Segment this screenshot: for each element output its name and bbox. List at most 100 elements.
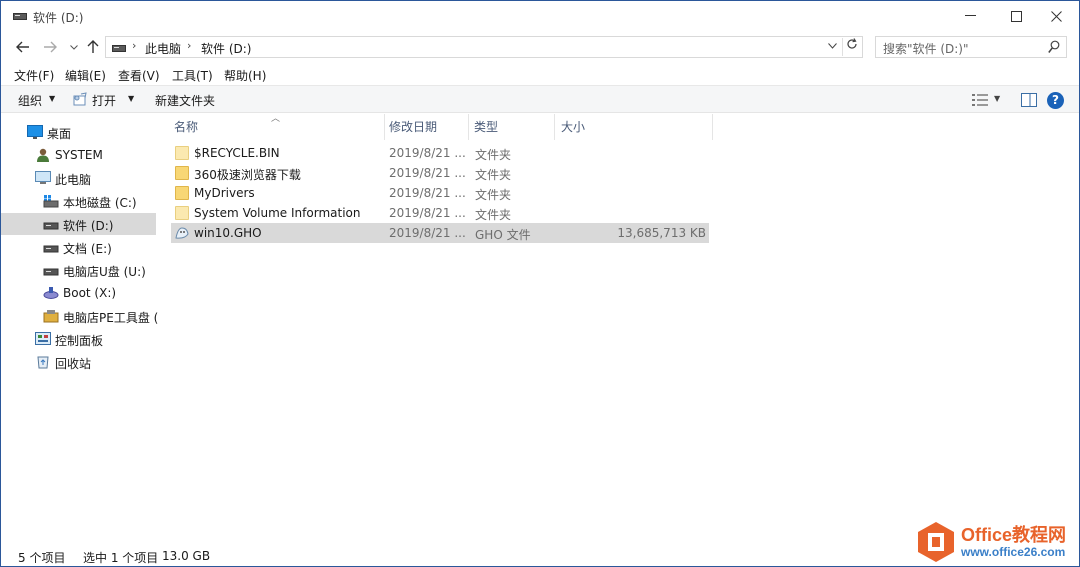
up-button[interactable] (84, 38, 102, 56)
refresh-button[interactable] (842, 38, 860, 56)
preview-pane-icon[interactable] (1021, 93, 1037, 107)
organize-button[interactable]: 组织 (18, 92, 42, 109)
column-header-name[interactable]: 名称 (174, 118, 198, 140)
file-type: 文件夹 (475, 168, 512, 182)
chevron-right-icon[interactable]: › (187, 39, 191, 52)
address-bar[interactable]: › 此电脑 › 软件 (D:) (105, 36, 863, 58)
file-date: 2019/8/21 ... (389, 166, 466, 180)
breadcrumb-drive-d[interactable]: 软件 (D:) (201, 40, 251, 57)
file-type: GHO 文件 (475, 228, 531, 242)
nav-label: Boot (X:) (63, 286, 117, 300)
nav-item-recycle-bin[interactable]: 回收站 (1, 351, 156, 373)
back-button[interactable] (14, 38, 32, 56)
minimize-button[interactable] (947, 1, 993, 31)
menu-bar: 文件(F) 编辑(E) 查看(V) 工具(T) 帮助(H) (1, 64, 1079, 84)
column-header-date[interactable]: 修改日期 (389, 118, 437, 140)
nav-label: 回收站 (55, 357, 92, 371)
view-options-icon[interactable] (972, 93, 988, 107)
search-placeholder: 搜索"软件 (D:)" (883, 42, 969, 56)
menu-help[interactable]: 帮助(H) (224, 67, 266, 84)
close-icon (1050, 10, 1062, 22)
recent-locations-button[interactable] (65, 38, 83, 56)
file-row[interactable]: $RECYCLE.BIN 2019/8/21 ... 文件夹 (171, 143, 709, 163)
open-caret-icon[interactable]: ▼ (128, 94, 134, 103)
nav-item-drive-x[interactable]: Boot (X:) (1, 282, 156, 304)
folder-icon (175, 186, 189, 200)
file-name: $RECYCLE.BIN (194, 146, 280, 160)
nav-item-desktop[interactable]: 桌面 (1, 121, 156, 143)
file-row[interactable]: System Volume Information 2019/8/21 ... … (171, 203, 709, 223)
file-name: win10.GHO (194, 226, 262, 240)
pe-drive-icon (43, 310, 59, 323)
maximize-icon (1010, 10, 1022, 22)
command-toolbar: 组织 ▼ 打开 ▼ 新建文件夹 ▼ ? (1, 85, 1079, 113)
watermark-title: Office教程网 (961, 525, 1067, 545)
nav-item-drive-e[interactable]: 文档 (E:) (1, 236, 156, 258)
folder-icon (175, 206, 189, 220)
column-divider[interactable] (384, 114, 385, 140)
menu-file[interactable]: 文件(F) (14, 67, 54, 84)
sort-ascending-icon: ︿ (271, 114, 281, 124)
help-icon[interactable]: ? (1047, 92, 1064, 109)
view-options-caret-icon[interactable]: ▼ (994, 94, 1000, 103)
navigation-pane: 桌面 SYSTEM 此电脑 本地磁盘 (C:) 软件 (D:) 文档 (E:) … (1, 114, 158, 534)
drive-icon (43, 268, 59, 276)
menu-tools[interactable]: 工具(T) (172, 67, 213, 84)
file-row[interactable]: MyDrivers 2019/8/21 ... 文件夹 (171, 183, 709, 203)
column-header-size[interactable]: 大小 (561, 118, 585, 140)
file-list: ︿ 名称 修改日期 类型 大小 $RECYCLE.BIN 2019/8/21 .… (158, 114, 1078, 534)
computer-icon (35, 171, 51, 184)
chevron-right-icon[interactable]: › (132, 39, 136, 52)
nav-label: SYSTEM (55, 148, 103, 162)
open-icon (73, 92, 87, 106)
file-size: 13,685,713 KB (617, 226, 706, 240)
new-folder-button[interactable]: 新建文件夹 (155, 92, 215, 109)
nav-label: 控制面板 (55, 334, 104, 348)
nav-label: 桌面 (47, 127, 72, 141)
file-row[interactable]: win10.GHO 2019/8/21 ... GHO 文件 13,685,71… (171, 223, 709, 243)
chevron-down-icon (70, 44, 78, 50)
nav-item-drive-d[interactable]: 软件 (D:) (1, 213, 156, 235)
chevron-down-icon (827, 43, 837, 49)
nav-item-drive-c[interactable]: 本地磁盘 (C:) (1, 190, 156, 212)
window-title: 软件 (D:) (33, 11, 84, 25)
boot-drive-icon (43, 287, 59, 299)
search-input[interactable]: 搜索"软件 (D:)" (875, 36, 1067, 58)
nav-label: 文档 (E:) (63, 242, 112, 256)
menu-view[interactable]: 查看(V) (118, 67, 160, 84)
column-divider[interactable] (468, 114, 469, 140)
minimize-icon (964, 15, 976, 16)
file-row[interactable]: 360极速浏览器下载 2019/8/21 ... 文件夹 (171, 163, 709, 183)
drive-icon (43, 222, 59, 230)
nav-item-this-pc[interactable]: 此电脑 (1, 167, 156, 189)
nav-label: 电脑店U盘 (U:) (63, 265, 146, 279)
file-date: 2019/8/21 ... (389, 146, 466, 160)
forward-arrow-icon (44, 41, 57, 53)
drive-icon (43, 245, 59, 253)
search-icon (1048, 40, 1060, 53)
menu-edit[interactable]: 编辑(E) (65, 67, 106, 84)
drive-icon (112, 45, 126, 52)
column-divider[interactable] (712, 114, 713, 140)
windows-drive-icon (43, 195, 59, 208)
open-button[interactable]: 打开 (92, 92, 116, 109)
folder-icon (175, 166, 189, 180)
nav-label: 此电脑 (55, 173, 92, 187)
close-button[interactable] (1033, 1, 1079, 31)
address-dropdown-button[interactable] (824, 39, 840, 55)
forward-button[interactable] (41, 38, 59, 56)
nav-item-pe-drive[interactable]: 电脑店PE工具盘 ( (1, 305, 158, 327)
breadcrumb-this-pc[interactable]: 此电脑 (145, 40, 181, 57)
column-divider[interactable] (554, 114, 555, 140)
nav-item-control-panel[interactable]: 控制面板 (1, 328, 156, 350)
recycle-bin-icon (37, 356, 49, 369)
refresh-icon (846, 38, 857, 49)
file-type: 文件夹 (475, 148, 512, 162)
nav-item-drive-u[interactable]: 电脑店U盘 (U:) (1, 259, 156, 281)
file-date: 2019/8/21 ... (389, 206, 466, 220)
nav-item-system[interactable]: SYSTEM (1, 144, 156, 166)
organize-caret-icon[interactable]: ▼ (49, 94, 55, 103)
file-name: 360极速浏览器下载 (194, 168, 301, 182)
status-item-count: 5 个项目 (18, 551, 66, 565)
column-header-type[interactable]: 类型 (474, 118, 498, 140)
